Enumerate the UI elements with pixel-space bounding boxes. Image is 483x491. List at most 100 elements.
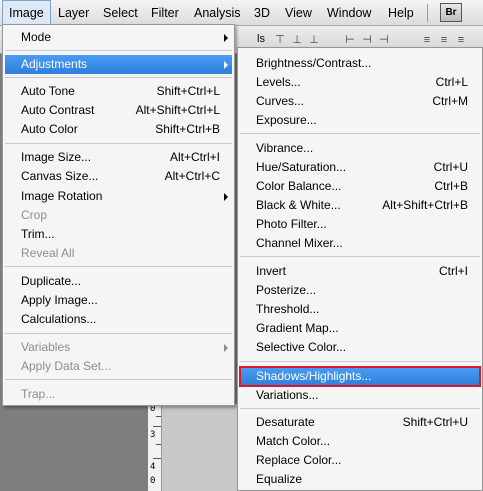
menu-item-invert[interactable]: Invert Ctrl+I xyxy=(240,262,480,281)
menu-item-label: Crop xyxy=(21,208,48,222)
align-left-icon[interactable]: ⊢ xyxy=(343,33,357,47)
menu-filter[interactable]: Filter xyxy=(145,0,185,26)
submenu-arrow-icon xyxy=(224,193,228,201)
menu-item-replace-color[interactable]: Replace Color... xyxy=(240,451,480,470)
menubar-divider xyxy=(427,4,428,22)
ruler-tick xyxy=(156,416,161,417)
menu-item-label: Duplicate... xyxy=(21,274,82,288)
menu-item-shortcut: Alt+Ctrl+I xyxy=(169,150,220,164)
menu-item-shortcut: Ctrl+B xyxy=(434,179,468,193)
menu-item-brightness-contrast[interactable]: Brightness/Contrast... xyxy=(240,54,480,73)
menu-separator xyxy=(240,361,480,362)
distribute-vcenter-icon[interactable]: ≡ xyxy=(437,33,451,47)
menu-item-auto-tone[interactable]: Auto Tone Shift+Ctrl+L xyxy=(5,82,232,101)
menu-item-label: Photo Filter... xyxy=(256,217,327,231)
menu-item-label: Match Color... xyxy=(256,434,331,448)
menu-item-equalize[interactable]: Equalize xyxy=(240,470,480,489)
menu-item-label: Trim... xyxy=(21,227,55,241)
menu-help[interactable]: Help xyxy=(382,0,420,26)
menu-item-label: Shadows/Highlights... xyxy=(256,369,372,383)
align-right-icon[interactable]: ⊣ xyxy=(377,33,391,47)
distribute-top-icon[interactable]: ≡ xyxy=(420,33,434,47)
menu-separator xyxy=(5,333,232,334)
menu-bar: Image Layer Select Filter Analysis 3D Vi… xyxy=(0,0,483,26)
ruler-label: 4 xyxy=(150,462,156,472)
menu-item-variations[interactable]: Variations... xyxy=(240,386,480,405)
menu-item-crop: Crop xyxy=(5,206,232,225)
bridge-button[interactable]: Br xyxy=(440,3,462,22)
menu-item-shortcut: Ctrl+M xyxy=(432,94,468,108)
align-bottom-icon[interactable]: ⊥ xyxy=(307,33,321,47)
menu-window[interactable]: Window xyxy=(321,0,377,26)
menu-item-mode[interactable]: Mode xyxy=(5,28,232,47)
menu-item-label: Selective Color... xyxy=(256,340,347,354)
menu-item-label: Gradient Map... xyxy=(256,321,339,335)
menu-item-label: Desaturate xyxy=(256,415,315,429)
menu-item-posterize[interactable]: Posterize... xyxy=(240,281,480,300)
menu-item-canvas-size[interactable]: Canvas Size... Alt+Ctrl+C xyxy=(5,167,232,186)
ruler-tick xyxy=(153,426,161,427)
menu-item-adjustments[interactable]: Adjustments xyxy=(5,55,232,74)
menu-item-auto-color[interactable]: Auto Color Shift+Ctrl+B xyxy=(5,120,232,139)
align-hcenter-icon[interactable]: ⊣ xyxy=(360,33,374,47)
menu-item-label: Auto Color xyxy=(21,122,78,136)
menu-item-photo-filter[interactable]: Photo Filter... xyxy=(240,215,480,234)
menu-item-label: Curves... xyxy=(256,94,305,108)
menu-item-match-color[interactable]: Match Color... xyxy=(240,432,480,451)
align-top-icon[interactable]: ⊤ xyxy=(273,33,287,47)
menu-item-label: Brightness/Contrast... xyxy=(256,56,372,70)
menu-item-label: Channel Mixer... xyxy=(256,236,343,250)
menu-item-duplicate[interactable]: Duplicate... xyxy=(5,272,232,291)
menu-item-shortcut: Alt+Ctrl+C xyxy=(164,169,220,183)
menu-item-label: Mode xyxy=(21,30,52,44)
menu-item-black-white[interactable]: Black & White... Alt+Shift+Ctrl+B xyxy=(240,196,480,215)
menu-item-label: Adjustments xyxy=(21,57,88,71)
menu-item-desaturate[interactable]: Desaturate Shift+Ctrl+U xyxy=(240,413,480,432)
menu-item-hue-saturation[interactable]: Hue/Saturation... Ctrl+U xyxy=(240,158,480,177)
menu-item-shortcut: Ctrl+U xyxy=(433,160,468,174)
menu-select[interactable]: Select xyxy=(97,0,144,26)
menu-item-auto-contrast[interactable]: Auto Contrast Alt+Shift+Ctrl+L xyxy=(5,101,232,120)
menu-item-vibrance[interactable]: Vibrance... xyxy=(240,139,480,158)
menu-item-calculations[interactable]: Calculations... xyxy=(5,310,232,329)
menu-item-trim[interactable]: Trim... xyxy=(5,225,232,244)
menu-item-label: Auto Contrast xyxy=(21,103,95,117)
menu-item-exposure[interactable]: Exposure... xyxy=(240,111,480,130)
distribute-bottom-icon[interactable]: ≡ xyxy=(454,33,468,47)
menu-3d[interactable]: 3D xyxy=(248,0,276,26)
menu-item-threshold[interactable]: Threshold... xyxy=(240,300,480,319)
menu-item-label: Image Rotation xyxy=(21,189,103,203)
menu-item-label: Black & White... xyxy=(256,198,341,212)
menu-view[interactable]: View xyxy=(279,0,318,26)
menu-item-apply-image[interactable]: Apply Image... xyxy=(5,291,232,310)
menu-item-label: Levels... xyxy=(256,75,301,89)
menu-item-color-balance[interactable]: Color Balance... Ctrl+B xyxy=(240,177,480,196)
menu-item-shortcut: Alt+Shift+Ctrl+B xyxy=(382,198,468,212)
menu-item-shortcut: Ctrl+L xyxy=(435,75,468,89)
menu-item-label: Color Balance... xyxy=(256,179,342,193)
menu-item-shortcut: Shift+Ctrl+L xyxy=(156,84,220,98)
menu-item-apply-data-set: Apply Data Set... xyxy=(5,357,232,376)
menu-layer[interactable]: Layer xyxy=(52,0,95,26)
menu-item-shadows-highlights[interactable]: Shadows/Highlights... xyxy=(239,366,481,387)
align-vcenter-icon[interactable]: ⊥ xyxy=(290,33,304,47)
menu-item-label: Posterize... xyxy=(256,283,317,297)
menu-analysis[interactable]: Analysis xyxy=(188,0,247,26)
menu-item-curves[interactable]: Curves... Ctrl+M xyxy=(240,92,480,111)
menu-item-variables: Variables xyxy=(5,338,232,357)
menu-item-levels[interactable]: Levels... Ctrl+L xyxy=(240,73,480,92)
menu-image[interactable]: Image xyxy=(2,0,51,26)
menu-item-image-rotation[interactable]: Image Rotation xyxy=(5,187,232,206)
options-bar-label-fragment: ls xyxy=(257,33,265,45)
menu-item-channel-mixer[interactable]: Channel Mixer... xyxy=(240,234,480,253)
menu-item-label: Calculations... xyxy=(21,312,97,326)
menu-item-label: Reveal All xyxy=(21,246,75,260)
menu-item-gradient-map[interactable]: Gradient Map... xyxy=(240,319,480,338)
menu-item-shortcut: Ctrl+I xyxy=(438,264,468,278)
menu-item-image-size[interactable]: Image Size... Alt+Ctrl+I xyxy=(5,148,232,167)
menu-item-selective-color[interactable]: Selective Color... xyxy=(240,338,480,357)
menu-item-label: Hue/Saturation... xyxy=(256,160,347,174)
menu-item-label: Image Size... xyxy=(21,150,92,164)
menu-separator xyxy=(5,50,232,51)
menu-separator xyxy=(5,143,232,144)
